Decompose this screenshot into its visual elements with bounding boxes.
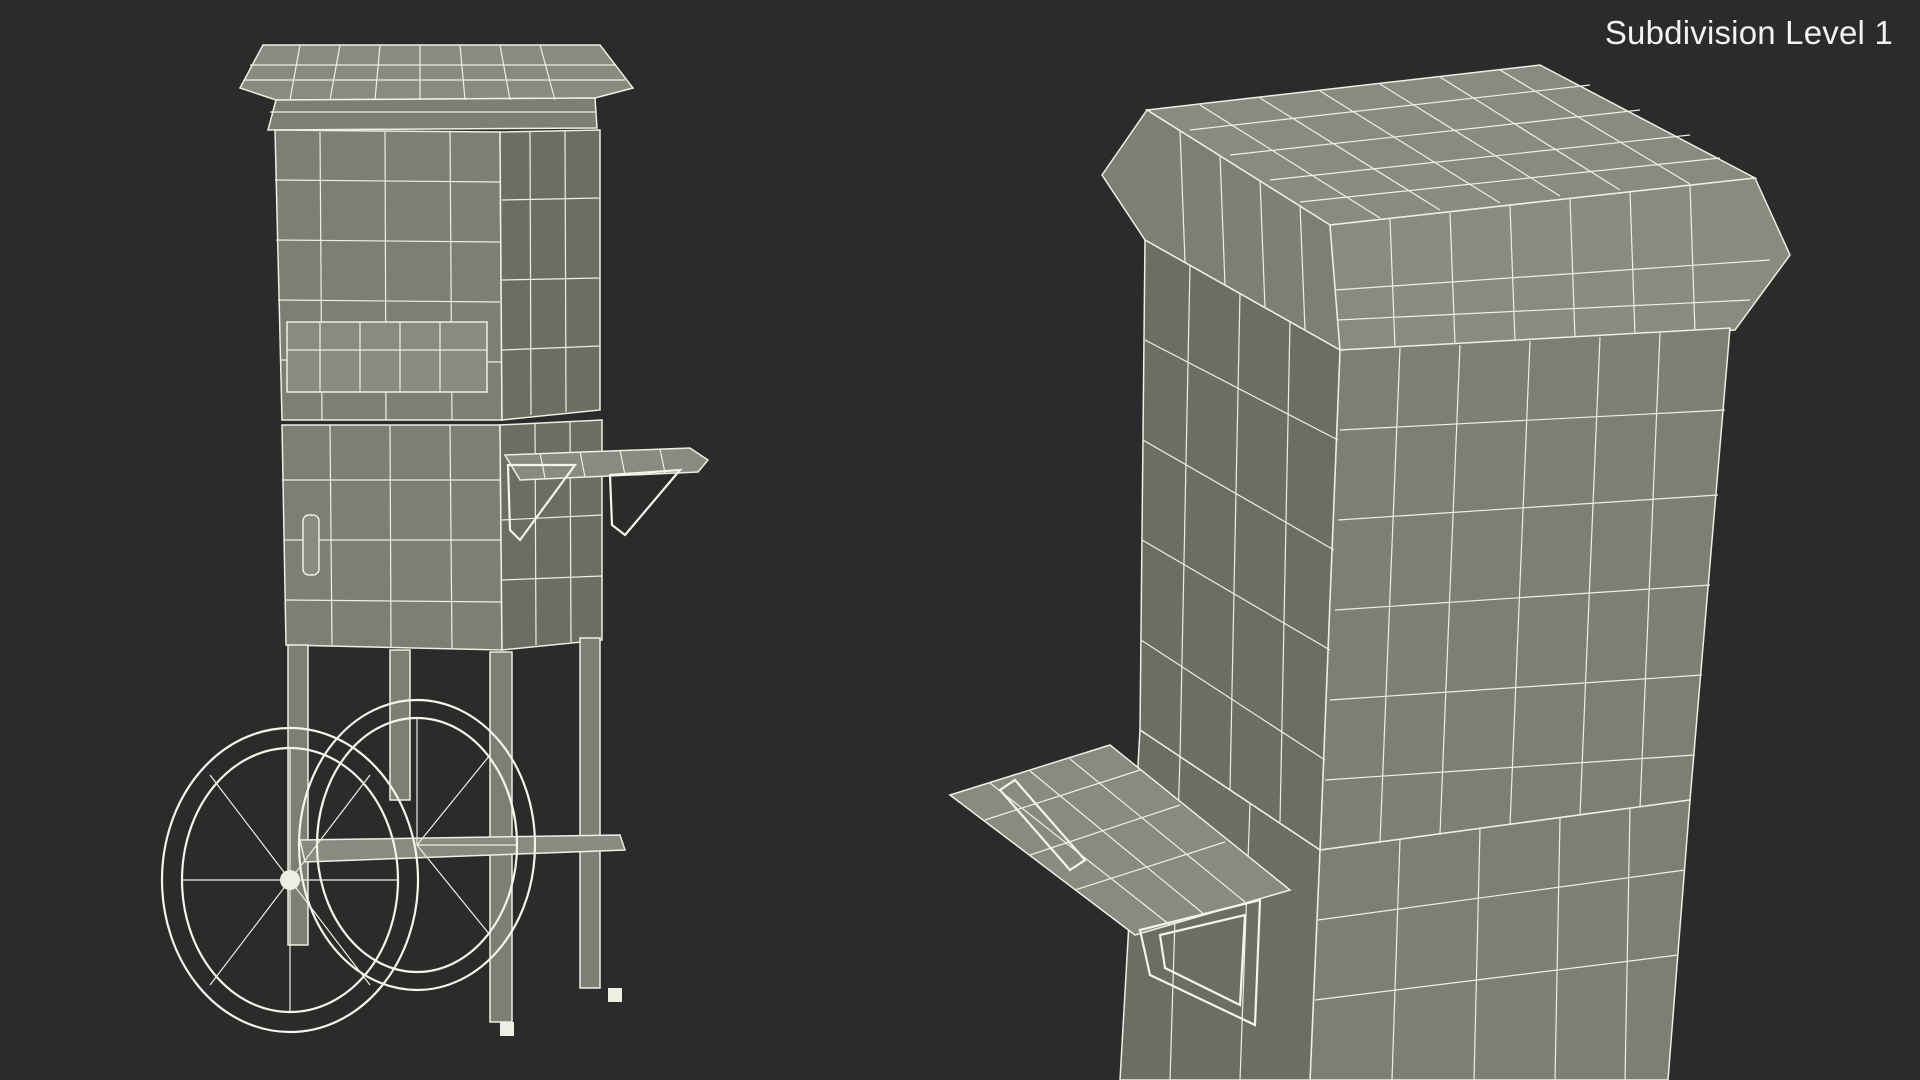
render-viewport: Subdivision Level 1 bbox=[0, 0, 1920, 1080]
subdivision-level-label: Subdivision Level 1 bbox=[1604, 14, 1893, 51]
full-cart-view bbox=[160, 44, 710, 1036]
